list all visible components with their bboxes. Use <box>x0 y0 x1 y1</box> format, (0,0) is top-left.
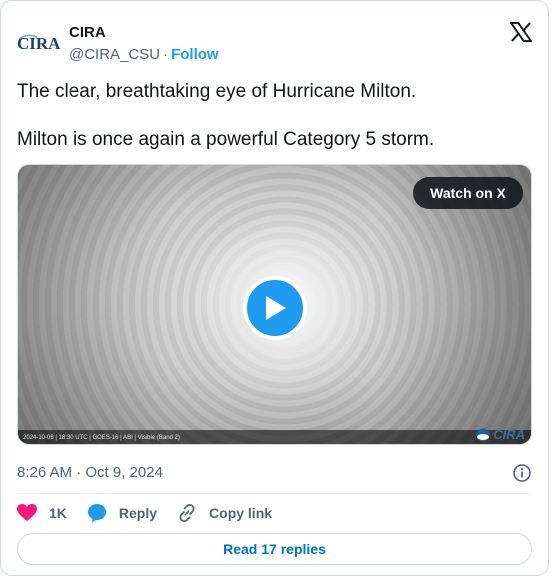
heart-icon <box>17 504 37 521</box>
tweet-card: CIRA CIRA @CIRA_CSU · Follow The clear, br… <box>0 0 549 576</box>
copy-link-label: Copy link <box>209 505 273 521</box>
tweet-paragraph: The clear, breathtaking eye of Hurricane… <box>17 81 417 102</box>
author-name[interactable]: CIRA <box>69 23 219 43</box>
watermark-text: CIRA <box>493 427 525 442</box>
avatar[interactable]: CIRA <box>17 31 65 55</box>
video-player[interactable]: Watch on X 2024-10-08 | 18:30 UTC | GOES… <box>17 164 532 445</box>
reply-bubble-icon <box>87 504 106 523</box>
copy-link-button[interactable]: Copy link <box>177 503 272 523</box>
play-button[interactable] <box>243 276 307 340</box>
author-handle-row: @CIRA_CSU · Follow <box>69 44 219 66</box>
noaa-icon <box>476 428 490 441</box>
video-caption: 2024-10-08 | 18:30 UTC | GOES-16 | ABI |… <box>23 435 180 441</box>
tweet-text: The clear, breathtaking eye of Hurricane… <box>17 79 532 152</box>
x-logo-icon[interactable] <box>510 22 532 42</box>
cira-logo-icon: CIRA <box>17 34 61 53</box>
timestamp[interactable]: 8:26 AM · Oct 9, 2024 <box>17 464 163 481</box>
action-bar: 1K Reply Copy link <box>17 501 292 525</box>
timestamp-row: 8:26 AM · Oct 9, 2024 <box>17 461 532 485</box>
reply-button[interactable]: Reply <box>87 503 157 523</box>
separator: · <box>163 46 169 63</box>
play-icon <box>266 296 286 320</box>
video-watermark: CIRA <box>476 427 525 442</box>
info-icon[interactable] <box>512 463 532 483</box>
read-replies-button[interactable]: Read 17 replies <box>17 533 532 565</box>
author-block: CIRA @CIRA_CSU · Follow <box>69 23 219 66</box>
follow-button[interactable]: Follow <box>171 46 219 63</box>
link-icon <box>179 503 195 523</box>
tweet-paragraph: Milton is once again a powerful Category… <box>17 129 435 150</box>
like-count: 1K <box>49 505 67 521</box>
watch-on-x-button[interactable]: Watch on X <box>413 177 523 209</box>
like-button[interactable]: 1K <box>17 504 67 522</box>
reply-label: Reply <box>118 505 158 521</box>
author-handle[interactable]: @CIRA_CSU <box>69 46 160 63</box>
divider <box>17 493 532 494</box>
